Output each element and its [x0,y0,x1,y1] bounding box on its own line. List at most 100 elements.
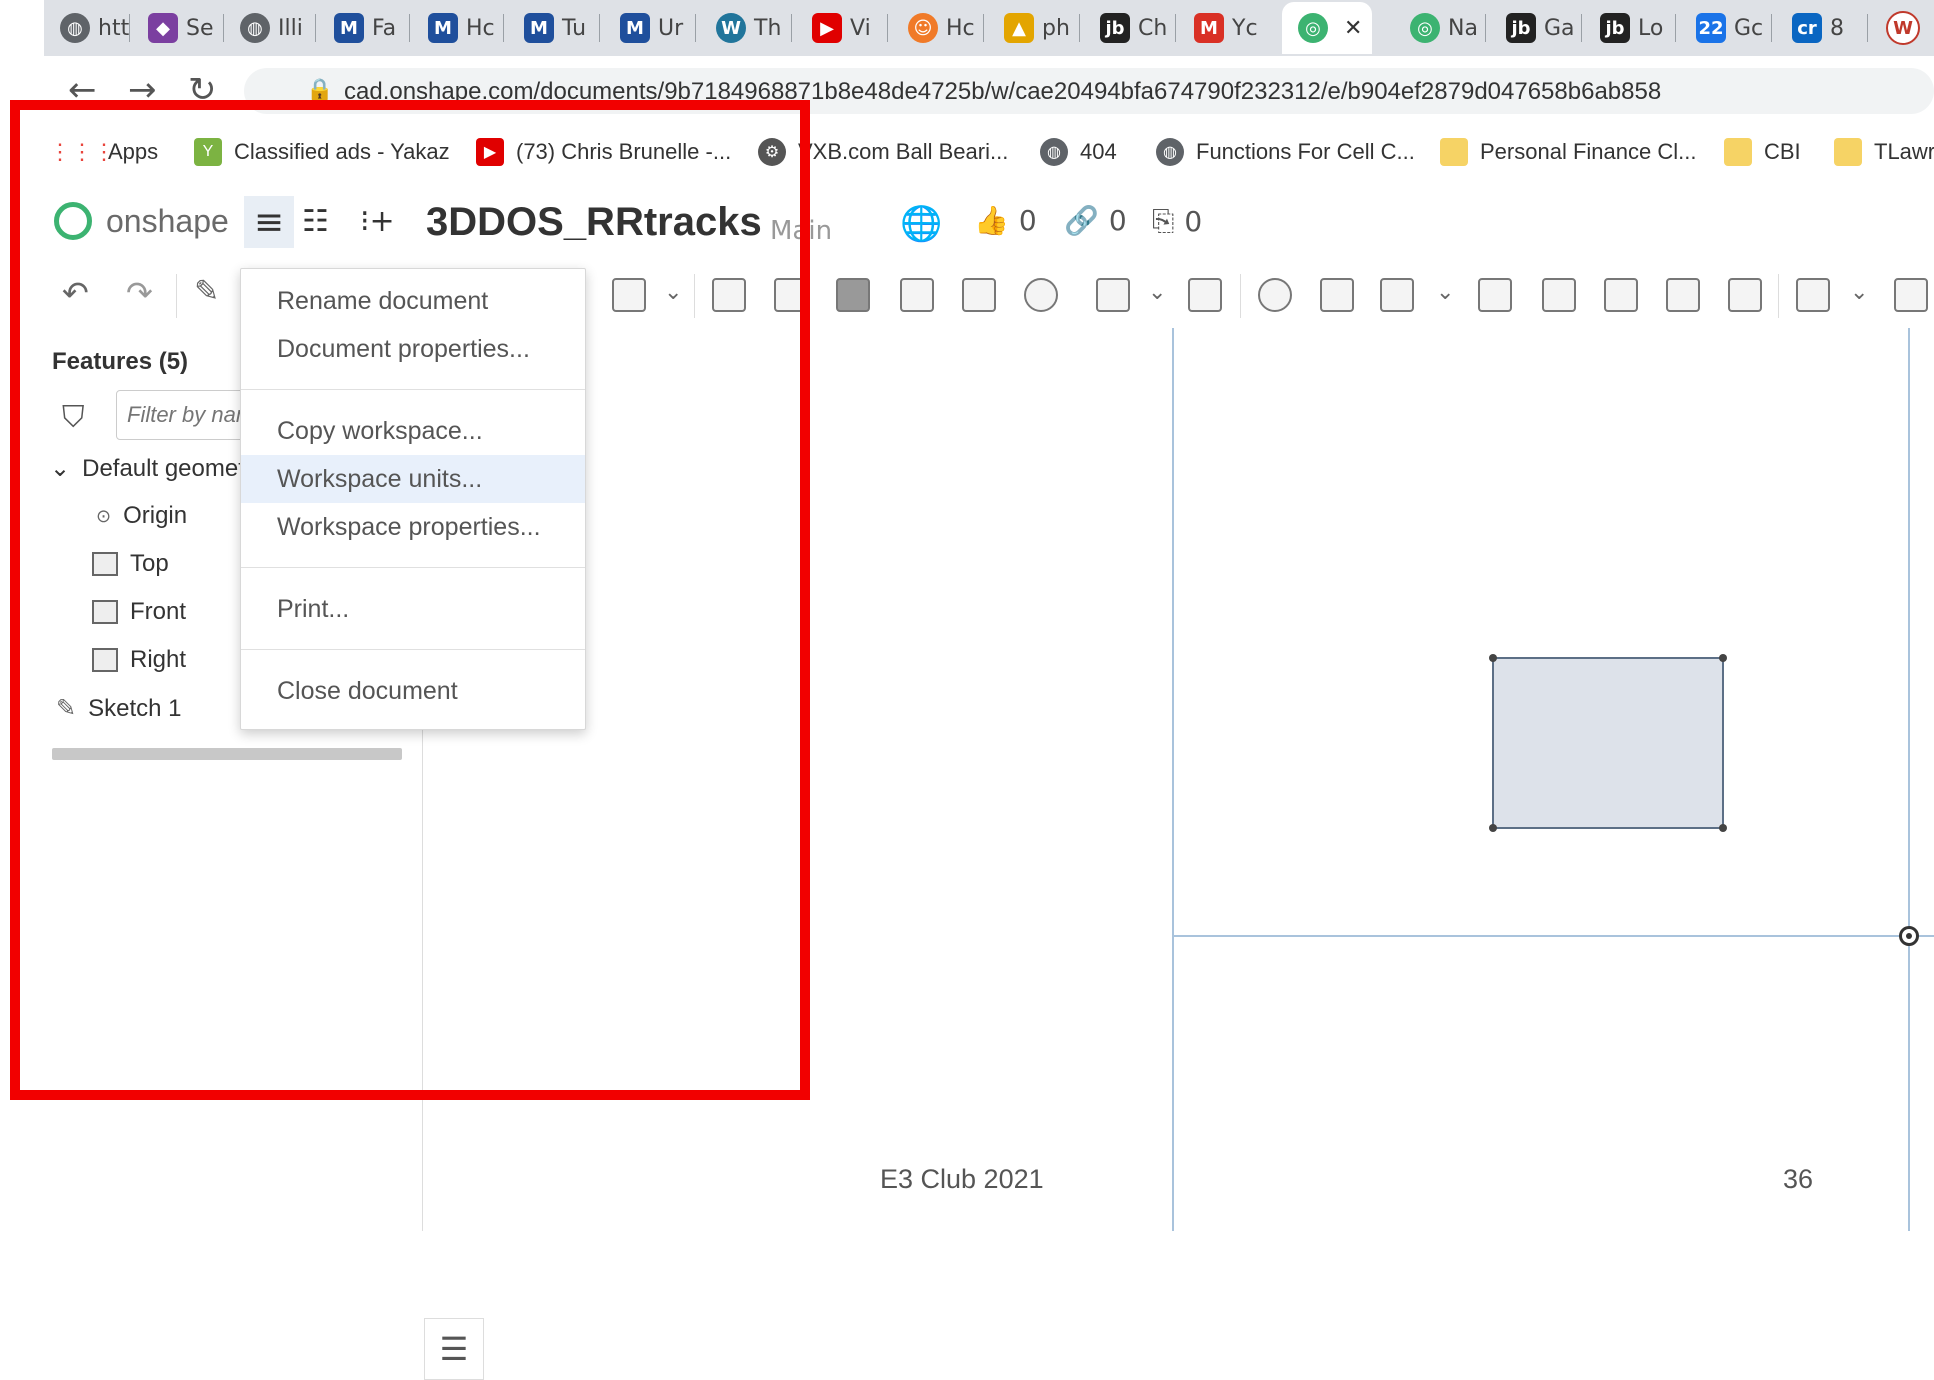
horizontal-scrollbar[interactable] [52,748,402,760]
tree-item-front[interactable]: Front [92,598,186,626]
chevron-down-icon[interactable]: ⌄ [50,454,70,483]
browser-tab[interactable]: M Yc [1194,2,1270,54]
rib-icon[interactable] [900,278,934,312]
plane-tool-icon[interactable] [1796,278,1830,312]
chamfer-icon[interactable] [774,278,808,312]
calendar-icon: 22 [1696,13,1726,43]
browser-tab[interactable]: M Fa [334,2,410,54]
fillet-icon[interactable] [712,278,746,312]
orange-circle-icon: ☺ [908,13,938,43]
plane-icon [92,552,118,576]
browser-tab[interactable]: jb Lo [1600,2,1676,54]
copies-count[interactable]: ⎘ 0 [1152,204,1202,238]
globe-icon[interactable]: 🌐 [900,204,942,244]
browser-tab[interactable]: ▲ ph [1004,2,1080,54]
sketch-pencil-icon[interactable]: ✎ [194,274,219,309]
shell-icon[interactable] [962,278,996,312]
browser-tab[interactable]: W [1886,2,1926,54]
cr-icon: cr [1792,13,1822,43]
browser-tab[interactable]: jb Ga [1506,2,1582,54]
tree-group-default-geometry[interactable]: ⌄ Default geometry [50,454,265,483]
bookmark-item[interactable]: ▶ (73) Chris Brunelle -... [476,138,731,166]
plane-edge-line [1172,328,1174,1231]
bookmark-folder[interactable]: Personal Finance Cl... [1440,138,1696,166]
browser-tab[interactable]: ◆ Se [148,2,224,54]
menu-item-print[interactable]: Print... [241,585,585,633]
delete-part-icon[interactable] [1478,278,1512,312]
browser-tab[interactable]: cr 8 [1792,2,1868,54]
likes-count[interactable]: 👍 0 [974,204,1037,237]
filter-icon[interactable]: ⛉ [62,400,85,435]
bookmark-item[interactable]: ◍ Functions For Cell C... [1156,138,1415,166]
bookmark-apps[interactable]: ⋮⋮⋮ Apps [49,138,158,166]
redo-icon[interactable]: ↷ [126,274,153,312]
browser-tab[interactable]: ◍ Illi [240,2,316,54]
pattern-icon[interactable] [1096,278,1130,312]
modify-fillet-icon[interactable] [1542,278,1576,312]
menu-separator [241,649,585,650]
browser-tab[interactable]: M Ur [620,2,696,54]
replace-face-icon[interactable] [1728,278,1762,312]
back-arrow-icon[interactable]: ← [68,70,97,110]
url-text[interactable]: cad.onshape.com/documents/9b7184968871b8… [344,78,1661,106]
menu-item-document-properties[interactable]: Document properties... [241,325,585,373]
workspace-name[interactable]: Main [770,216,832,246]
menu-item-copy-workspace[interactable]: Copy workspace... [241,407,585,455]
bookmark-item[interactable]: Y Classified ads - Yakaz [194,138,450,166]
browser-tab[interactable]: ◍ htt [60,2,130,54]
browser-tab[interactable]: ☺ Hc [908,2,984,54]
close-icon[interactable]: ✕ [1344,16,1362,41]
browser-tab[interactable]: M Hc [428,2,504,54]
sketch-rectangle[interactable] [1489,654,1727,832]
more-tools-icon[interactable] [1894,278,1928,312]
split-icon[interactable] [1320,278,1354,312]
tree-item-sketch-1[interactable]: ✎ Sketch 1 [56,694,182,723]
bookmark-item[interactable]: ⚙ VXB.com Ball Beari... [758,138,1008,166]
tree-item-top[interactable]: Top [92,550,169,578]
plane-icon [92,648,118,672]
slide-page-number: 36 [1783,1164,1814,1194]
transform-icon[interactable] [1380,278,1414,312]
feature-list-icon[interactable]: ☷ [302,204,329,239]
browser-tab[interactable]: ▶ Vi [812,2,888,54]
chevron-down-icon[interactable]: ⌄ [1436,280,1454,305]
menu-item-close-document[interactable]: Close document [241,667,585,715]
move-face-icon[interactable] [1666,278,1700,312]
browser-tab[interactable]: jb Ch [1100,2,1176,54]
chevron-down-icon[interactable]: ⌄ [664,280,682,305]
origin-marker-icon[interactable] [1899,926,1919,946]
tree-item-right[interactable]: Right [92,646,186,674]
browser-tab[interactable]: W Th [716,2,792,54]
forward-arrow-icon[interactable]: → [128,70,157,110]
chevron-down-icon[interactable]: ⌄ [1148,280,1166,305]
browser-tab[interactable]: M Tu [524,2,600,54]
globe-icon: ◍ [1040,138,1068,166]
bookmark-item[interactable]: ◍ 404 [1040,138,1117,166]
hole-icon[interactable] [1024,278,1058,312]
mirror-icon[interactable] [1188,278,1222,312]
undo-icon[interactable]: ↶ [62,274,89,312]
browser-tab[interactable]: ◎ Na [1410,2,1486,54]
extrude-icon[interactable] [612,278,646,312]
menu-separator [241,567,585,568]
chevron-down-icon[interactable]: ⌄ [1850,280,1868,305]
lock-icon[interactable]: 🔒 [306,78,333,103]
menu-item-workspace-units[interactable]: Workspace units... [241,455,585,503]
browser-tab[interactable]: 22 Gc [1696,2,1772,54]
links-count[interactable]: 🔗 0 [1064,204,1127,237]
reload-icon[interactable]: ↻ [188,70,217,110]
insert-icon[interactable]: ⁝+ [360,204,395,239]
tree-item-origin[interactable]: ⊙ Origin [96,502,187,530]
list-toggle-button[interactable]: ☰ [424,1318,484,1380]
draft-icon[interactable] [836,278,870,312]
document-menu-button[interactable]: ≡ [244,196,294,248]
browser-tab-active[interactable]: ◎ ✕ [1282,2,1372,54]
document-title[interactable]: 3DDOS_RRtracks [426,200,762,245]
onshape-logo[interactable]: onshape [54,202,229,240]
bookmark-folder[interactable]: CBI [1724,138,1801,166]
boolean-icon[interactable] [1258,278,1292,312]
delete-face-icon[interactable] [1604,278,1638,312]
menu-item-workspace-properties[interactable]: Workspace properties... [241,503,585,551]
bookmark-folder[interactable]: TLawr [1834,138,1934,166]
menu-item-rename-document[interactable]: Rename document [241,277,585,325]
